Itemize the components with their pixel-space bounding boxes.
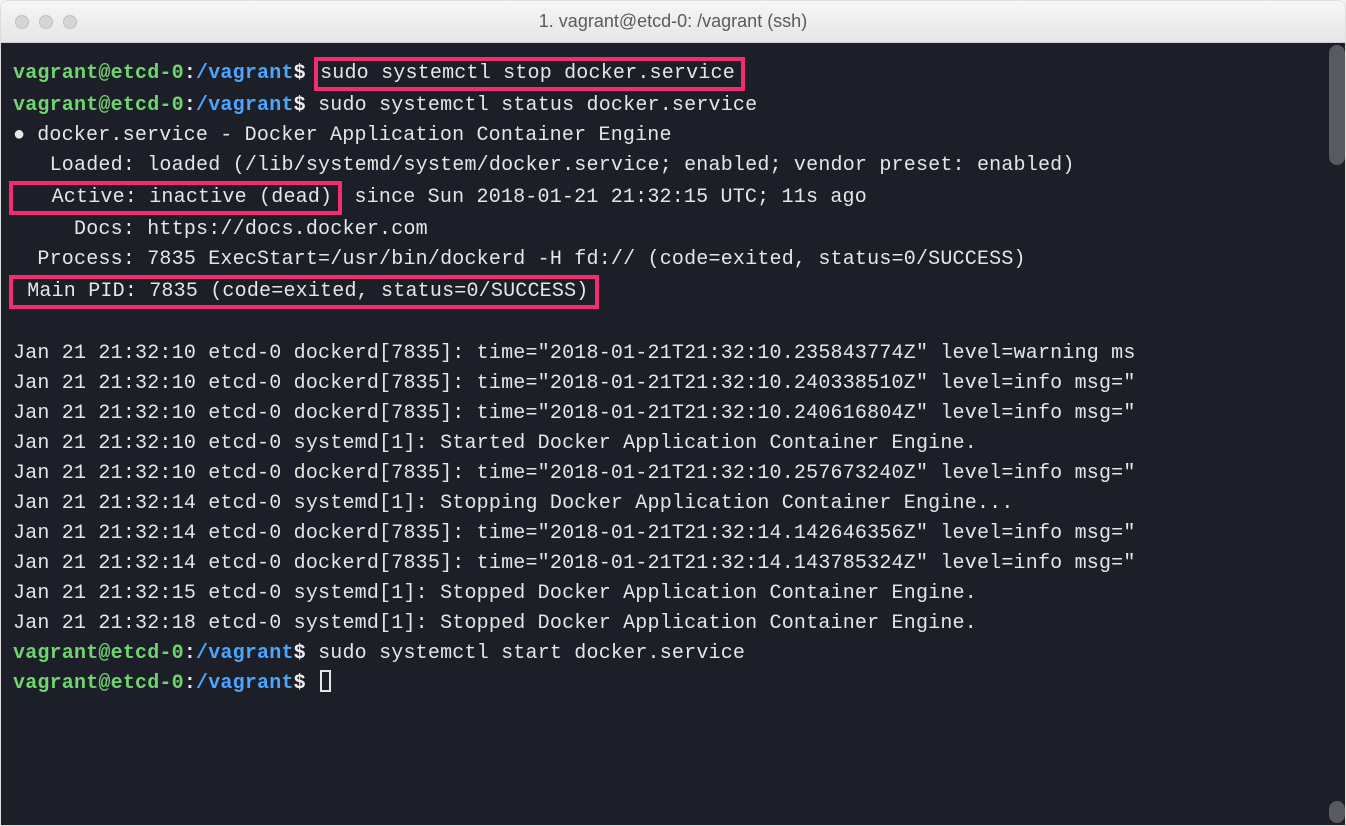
log-line: Jan 21 21:32:14 etcd-0 dockerd[7835]: ti…: [13, 522, 1136, 545]
status-active-rest: since Sun 2018-01-21 21:32:15 UTC; 11s a…: [342, 186, 867, 209]
status-process: Process: 7835 ExecStart=/usr/bin/dockerd…: [13, 248, 1026, 271]
prompt-sep: :: [184, 672, 196, 695]
minimize-icon[interactable]: [39, 15, 53, 29]
prompt-path: /vagrant: [196, 94, 294, 117]
prompt-sym: $: [294, 672, 306, 695]
titlebar: 1. vagrant@etcd-0: /vagrant (ssh): [1, 1, 1345, 43]
window-title: 1. vagrant@etcd-0: /vagrant (ssh): [1, 11, 1345, 32]
highlight-mainpid: Main PID: 7835 (code=exited, status=0/SU…: [9, 275, 599, 309]
status-loaded: Loaded: loaded (/lib/systemd/system/dock…: [13, 154, 1075, 177]
close-icon[interactable]: [15, 15, 29, 29]
scrollbar[interactable]: [1329, 45, 1345, 165]
scrollbar-bottom[interactable]: [1329, 801, 1345, 823]
status-docs: Docs: https://docs.docker.com: [13, 218, 428, 241]
prompt-path: /vagrant: [196, 672, 294, 695]
traffic-lights: [15, 15, 77, 29]
prompt-sym: $: [294, 62, 306, 85]
status-header: docker.service - Docker Application Cont…: [37, 124, 672, 147]
log-line: Jan 21 21:32:14 etcd-0 dockerd[7835]: ti…: [13, 552, 1136, 575]
cmd-start: sudo systemctl start docker.service: [318, 642, 745, 665]
log-line: Jan 21 21:32:10 etcd-0 systemd[1]: Start…: [13, 432, 977, 455]
prompt-sym: $: [294, 642, 306, 665]
log-line: Jan 21 21:32:10 etcd-0 dockerd[7835]: ti…: [13, 462, 1136, 485]
log-line: Jan 21 21:32:14 etcd-0 systemd[1]: Stopp…: [13, 492, 1014, 515]
log-line: Jan 21 21:32:10 etcd-0 dockerd[7835]: ti…: [13, 372, 1136, 395]
log-line: Jan 21 21:32:10 etcd-0 dockerd[7835]: ti…: [13, 402, 1136, 425]
prompt-sep: :: [184, 642, 196, 665]
cmd-status: sudo systemctl status docker.service: [318, 94, 757, 117]
log-line: Jan 21 21:32:10 etcd-0 dockerd[7835]: ti…: [13, 342, 1136, 365]
prompt-path: /vagrant: [196, 642, 294, 665]
status-mainpid: Main PID: 7835 (code=exited, status=0/SU…: [15, 280, 589, 303]
prompt-user-host: vagrant@etcd-0: [13, 62, 184, 85]
prompt-sep: :: [184, 94, 196, 117]
status-bullet-icon: ●: [13, 121, 25, 151]
prompt-user-host: vagrant@etcd-0: [13, 94, 184, 117]
log-line: Jan 21 21:32:15 etcd-0 systemd[1]: Stopp…: [13, 582, 977, 605]
prompt-sym: $: [294, 94, 306, 117]
prompt-user-host: vagrant@etcd-0: [13, 642, 184, 665]
maximize-icon[interactable]: [63, 15, 77, 29]
terminal-body[interactable]: vagrant@etcd-0:/vagrant$ sudo systemctl …: [1, 43, 1345, 825]
cmd-stop: sudo systemctl stop docker.service: [320, 62, 735, 85]
terminal-output: vagrant@etcd-0:/vagrant$ sudo systemctl …: [13, 57, 1333, 699]
highlight-active: Active: inactive (dead): [9, 181, 342, 215]
prompt-sep: :: [184, 62, 196, 85]
cursor-icon: [320, 670, 331, 692]
prompt-path: /vagrant: [196, 62, 294, 85]
highlight-cmd-stop: sudo systemctl stop docker.service: [314, 57, 745, 91]
log-line: Jan 21 21:32:18 etcd-0 systemd[1]: Stopp…: [13, 612, 977, 635]
terminal-window: 1. vagrant@etcd-0: /vagrant (ssh) vagran…: [0, 0, 1346, 826]
status-active-hl: Active: inactive (dead): [15, 186, 332, 209]
prompt-user-host: vagrant@etcd-0: [13, 672, 184, 695]
